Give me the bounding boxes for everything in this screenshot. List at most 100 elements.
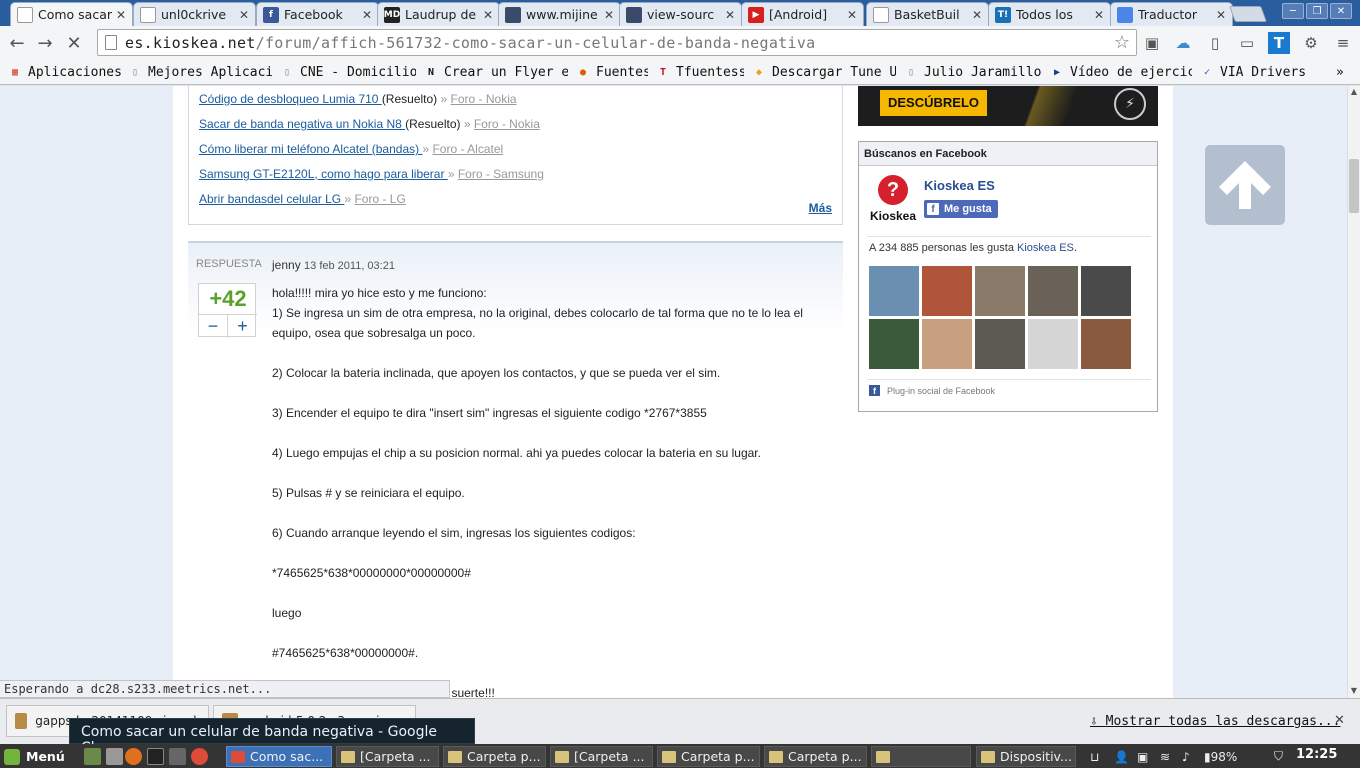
bookmark-item[interactable]: ▶ Vídeo de ejercicios bbox=[1050, 62, 1192, 82]
bookmark-item[interactable]: ▯ CNE - Domicilio Electoral bbox=[280, 62, 416, 82]
scroll-down-arrow-icon[interactable]: ▼ bbox=[1348, 686, 1360, 695]
show-all-downloads-link[interactable]: ⇩ Mostrar todas las descargas... bbox=[1090, 714, 1340, 729]
fan-avatar[interactable] bbox=[975, 319, 1025, 369]
taskbar-window-button[interactable]: Carpeta p... bbox=[443, 746, 546, 767]
wifi-icon[interactable]: ≋ bbox=[1160, 748, 1170, 765]
forum-link[interactable]: Foro - Nokia bbox=[451, 92, 517, 106]
files-launcher-icon[interactable] bbox=[106, 748, 123, 765]
tab-close-icon[interactable]: ✕ bbox=[602, 8, 616, 22]
tab-4[interactable]: MD Laudrup de ✕ bbox=[377, 2, 500, 26]
bookmark-item[interactable]: ● Fuentes bbox=[576, 62, 648, 82]
bookmarks-overflow-button[interactable]: » bbox=[1336, 62, 1344, 82]
stop-button[interactable]: ✕ bbox=[62, 31, 86, 55]
bookmark-item[interactable]: N Crear un Flyer en bbox=[424, 62, 568, 82]
ad-banner[interactable]: DESCÚBRELO ⚡ bbox=[858, 86, 1158, 126]
address-bar[interactable]: es.kioskea.net/forum/affich-561732-como-… bbox=[97, 29, 1137, 56]
tab-6[interactable]: view-sourc ✕ bbox=[619, 2, 742, 26]
tab-10[interactable]: Traductor ✕ bbox=[1110, 2, 1233, 26]
taskbar-window-button[interactable] bbox=[871, 746, 971, 767]
tab-close-icon[interactable]: ✕ bbox=[1214, 8, 1228, 22]
user-icon[interactable]: 👤 bbox=[1114, 748, 1129, 765]
tab-close-icon[interactable]: ✕ bbox=[970, 8, 984, 22]
show-desktop-icon[interactable] bbox=[84, 748, 101, 765]
maximize-button[interactable]: ❐ bbox=[1306, 3, 1328, 19]
network-icon[interactable]: ⊔ bbox=[1090, 748, 1099, 765]
firefox-launcher-icon[interactable] bbox=[125, 748, 142, 765]
tab-close-icon[interactable]: ✕ bbox=[481, 8, 495, 22]
menu-icon[interactable]: ≡ bbox=[1332, 32, 1354, 54]
forward-button[interactable]: → bbox=[33, 31, 57, 55]
author-name[interactable]: jenny bbox=[272, 258, 301, 272]
more-link[interactable]: Más bbox=[809, 201, 832, 215]
taskbar-window-button[interactable]: [Carpeta ... bbox=[550, 746, 653, 767]
likes-count-link[interactable]: Kioskea ES bbox=[1017, 242, 1074, 254]
vertical-scrollbar[interactable]: ▲ ▼ bbox=[1347, 86, 1360, 698]
tab-3[interactable]: f Facebook ✕ bbox=[256, 2, 379, 26]
phone-extension-icon[interactable]: ▯ bbox=[1204, 32, 1226, 54]
terminal-launcher-icon[interactable] bbox=[147, 748, 164, 765]
tab-close-icon[interactable]: ✕ bbox=[237, 8, 251, 22]
minimize-button[interactable]: ─ bbox=[1282, 3, 1304, 19]
tab-1[interactable]: Como sacar ✕ bbox=[10, 2, 133, 26]
shield-icon[interactable]: ⛉ bbox=[1274, 748, 1283, 765]
forum-link[interactable]: Foro - Nokia bbox=[474, 117, 540, 131]
start-menu-button[interactable]: Menú bbox=[4, 747, 65, 766]
kioskea-logo[interactable]: ? Kioskea bbox=[868, 175, 918, 225]
fan-avatar[interactable] bbox=[1081, 266, 1131, 316]
related-link[interactable]: Abrir bandasdel celular LG bbox=[199, 192, 344, 206]
vote-down-button[interactable]: − bbox=[199, 314, 228, 338]
close-shelf-icon[interactable]: ✕ bbox=[1334, 713, 1345, 728]
settings-gear-icon[interactable]: ⚙ bbox=[1300, 32, 1322, 54]
fan-avatar[interactable] bbox=[1081, 319, 1131, 369]
tab-close-icon[interactable]: ✕ bbox=[723, 8, 737, 22]
tab-close-icon[interactable]: ✕ bbox=[360, 8, 374, 22]
bookmark-item[interactable]: ▦ Aplicaciones bbox=[8, 62, 122, 82]
bluetooth-icon[interactable]: ▣ bbox=[1137, 748, 1148, 765]
facebook-plugin-credit[interactable]: f Plug-in social de Facebook bbox=[869, 385, 995, 396]
taskbar-window-button[interactable]: Carpeta p... bbox=[657, 746, 760, 767]
bookmark-item[interactable]: ✓ VIA Drivers bbox=[1200, 62, 1310, 82]
tab-7[interactable]: ▶ [Android] ✕ bbox=[741, 2, 864, 26]
taskbar-window-button[interactable]: Dispositiv... bbox=[976, 746, 1076, 767]
bookmark-item[interactable]: ▯ Mejores Aplicaciones bbox=[128, 62, 272, 82]
tab-5[interactable]: www.mijine ✕ bbox=[498, 2, 621, 26]
related-link[interactable]: Cómo liberar mi teléfono Alcatel (bandas… bbox=[199, 142, 422, 156]
new-tab-button[interactable] bbox=[1229, 6, 1267, 22]
fan-avatar[interactable] bbox=[1028, 319, 1078, 369]
fan-avatar[interactable] bbox=[922, 266, 972, 316]
forum-link[interactable]: Foro - LG bbox=[354, 192, 405, 206]
battery-indicator[interactable]: ▮ 98% bbox=[1204, 748, 1237, 765]
fan-avatar[interactable] bbox=[1028, 266, 1078, 316]
cloud-extension-icon[interactable]: ☁ bbox=[1172, 32, 1194, 54]
tab-close-icon[interactable]: ✕ bbox=[1092, 8, 1106, 22]
forum-link[interactable]: Foro - Alcatel bbox=[432, 142, 503, 156]
forum-link[interactable]: Foro - Samsung bbox=[458, 167, 544, 181]
scroll-up-arrow-icon[interactable]: ▲ bbox=[1348, 87, 1360, 96]
related-link[interactable]: Samsung GT-E2120L, como hago para libera… bbox=[199, 167, 448, 181]
reader-extension-icon[interactable]: ▣ bbox=[1141, 32, 1163, 54]
facebook-page-name[interactable]: Kioskea ES bbox=[924, 178, 995, 193]
related-link[interactable]: Sacar de banda negativa un Nokia N8 bbox=[199, 117, 405, 131]
vote-up-button[interactable]: + bbox=[228, 314, 257, 338]
clock[interactable]: 12:25 bbox=[1296, 747, 1337, 762]
fan-avatar[interactable] bbox=[869, 319, 919, 369]
close-window-button[interactable]: ✕ bbox=[1330, 3, 1352, 19]
chrome-launcher-icon[interactable] bbox=[191, 748, 208, 765]
tab-close-icon[interactable]: ✕ bbox=[845, 8, 859, 22]
manager-launcher-icon[interactable] bbox=[169, 748, 186, 765]
taskbar-window-button[interactable]: Como sac... bbox=[226, 746, 332, 767]
like-button[interactable]: f Me gusta bbox=[924, 200, 998, 218]
scroll-to-top-button[interactable] bbox=[1205, 145, 1285, 225]
bookmark-item[interactable]: ▯ Julio Jaramillo - bbox=[904, 62, 1042, 82]
tab-8[interactable]: BasketBuil ✕ bbox=[866, 2, 989, 26]
tab-9[interactable]: T! Todos los ✕ bbox=[988, 2, 1111, 26]
translate-extension-icon[interactable]: T bbox=[1268, 32, 1290, 54]
fan-avatar[interactable] bbox=[922, 319, 972, 369]
tab-close-icon[interactable]: ✕ bbox=[114, 8, 128, 22]
volume-icon[interactable]: ♪ bbox=[1182, 748, 1190, 765]
ad-cta[interactable]: DESCÚBRELO bbox=[880, 90, 988, 116]
bookmark-item[interactable]: T Tfuentess bbox=[656, 62, 744, 82]
star-icon[interactable]: ☆ bbox=[1114, 32, 1130, 53]
taskbar-window-button[interactable]: Carpeta p... bbox=[764, 746, 867, 767]
back-button[interactable]: ← bbox=[5, 31, 29, 55]
